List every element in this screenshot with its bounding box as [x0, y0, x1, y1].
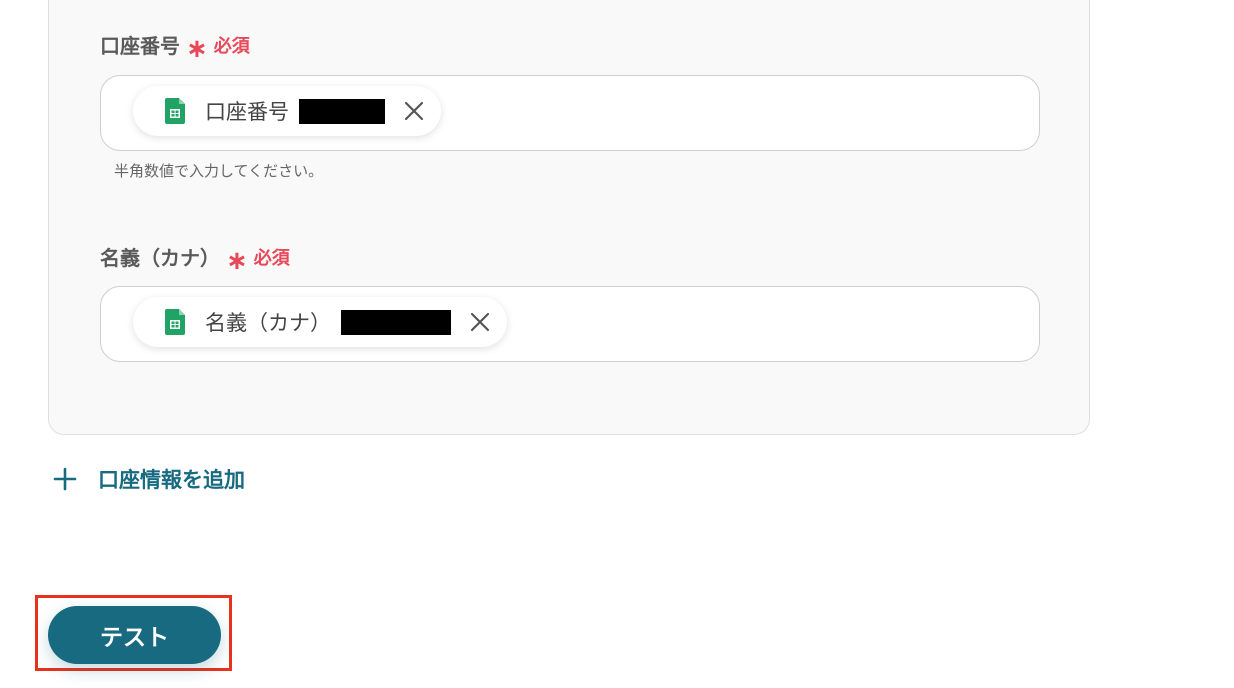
close-icon[interactable]: [467, 309, 493, 335]
plus-icon: [53, 467, 77, 491]
google-sheets-icon: [165, 98, 185, 124]
google-sheets-icon: [165, 309, 185, 335]
variable-chip-account-number[interactable]: 口座番号: [133, 86, 441, 136]
variable-chip-name-kana[interactable]: 名義（カナ）: [133, 297, 507, 347]
field-label-text: 名義（カナ）: [100, 246, 220, 270]
close-icon[interactable]: [401, 98, 427, 124]
required-badge: 必須: [253, 247, 290, 269]
field-label-name-kana: 名義（カナ） ∗ 必須: [100, 242, 290, 276]
required-asterisk-icon: ∗: [186, 33, 208, 64]
add-account-info-button[interactable]: 口座情報を追加: [52, 464, 245, 494]
field-label-text: 口座番号: [100, 34, 180, 58]
redacted-value: [341, 309, 451, 335]
chip-label: 名義（カナ）: [205, 311, 331, 335]
name-kana-input[interactable]: 名義（カナ）: [100, 286, 1040, 362]
account-settings-card: [48, 0, 1090, 435]
chip-label: 口座番号: [205, 100, 289, 124]
redacted-value: [299, 98, 385, 124]
account-number-input[interactable]: 口座番号: [100, 75, 1040, 151]
required-asterisk-icon: ∗: [226, 245, 248, 276]
field-label-account-number: 口座番号 ∗ 必須: [100, 30, 250, 64]
field-hint: 半角数値で入力してください。: [114, 162, 324, 180]
test-button[interactable]: テスト: [48, 606, 221, 664]
add-account-info-label: 口座情報を追加: [98, 468, 245, 492]
required-badge: 必須: [213, 35, 250, 57]
